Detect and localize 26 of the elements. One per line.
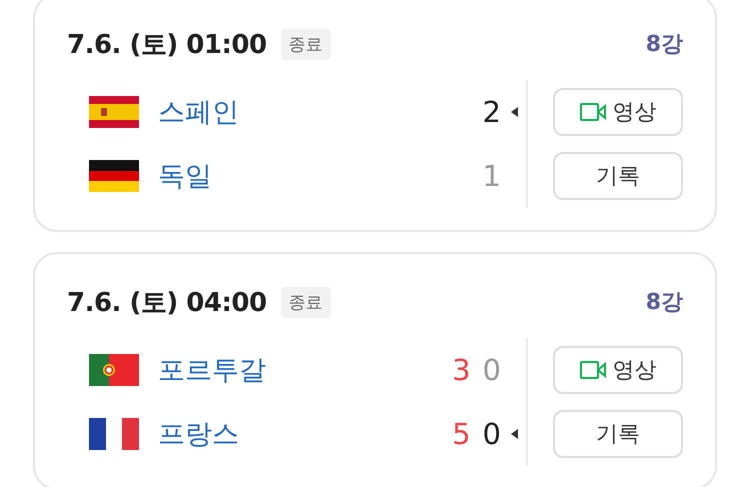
status-badge: 종료 bbox=[280, 28, 331, 60]
team-score: 2 bbox=[482, 95, 501, 129]
team-name-link[interactable]: 스페인 bbox=[158, 94, 483, 130]
round-label[interactable]: 8강 bbox=[646, 287, 683, 317]
team-name-link[interactable]: 프랑스 bbox=[158, 416, 452, 452]
team-name-link[interactable]: 독일 bbox=[158, 158, 483, 194]
status-badge: 종료 bbox=[280, 286, 331, 318]
team-name-link[interactable]: 포르투갈 bbox=[158, 352, 452, 388]
round-label[interactable]: 8강 bbox=[646, 29, 683, 59]
flag-icon bbox=[89, 354, 139, 386]
team-score: 0 bbox=[482, 417, 501, 451]
video-camera-icon bbox=[580, 361, 606, 379]
flag-icon bbox=[89, 160, 139, 192]
flag-icon bbox=[89, 96, 139, 128]
record-button[interactable]: 기록 bbox=[553, 410, 683, 458]
penalty-score: 5 bbox=[452, 417, 471, 451]
record-button[interactable]: 기록 bbox=[553, 152, 683, 200]
team-score: 1 bbox=[482, 159, 501, 193]
match-time: 7.6. (토) 04:00 bbox=[67, 286, 267, 320]
match-time: 7.6. (토) 01:00 bbox=[67, 28, 267, 62]
flag-icon bbox=[89, 418, 139, 450]
video-camera-icon bbox=[580, 103, 606, 121]
team-score: 0 bbox=[482, 353, 501, 387]
penalty-score: 3 bbox=[452, 353, 471, 387]
video-button[interactable]: 영상 bbox=[553, 346, 683, 394]
video-button[interactable]: 영상 bbox=[553, 88, 683, 136]
